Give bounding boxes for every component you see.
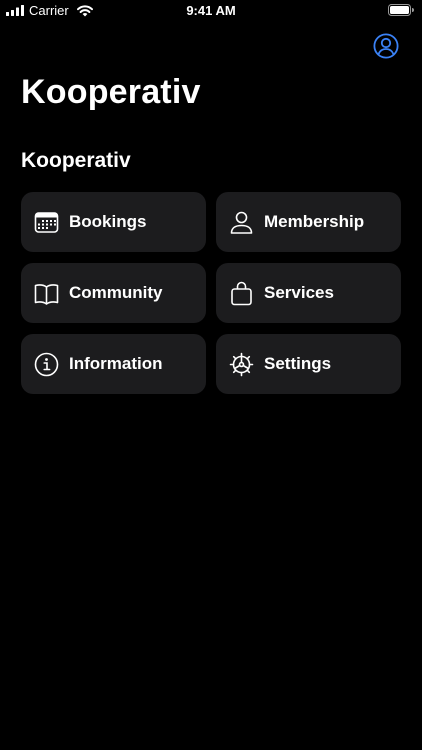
person-circle-icon — [373, 33, 399, 59]
section-title: Kooperativ — [21, 149, 131, 172]
book-icon — [34, 281, 59, 306]
services-button[interactable]: Services — [216, 263, 401, 323]
information-label: Information — [69, 354, 163, 373]
information-button[interactable]: Information — [21, 334, 206, 394]
page-title: Kooperativ — [21, 73, 201, 111]
gear-icon — [229, 352, 254, 377]
settings-button[interactable]: Settings — [216, 334, 401, 394]
profile-button[interactable] — [373, 33, 399, 59]
info-circle-icon — [34, 352, 59, 377]
community-button[interactable]: Community — [21, 263, 206, 323]
bag-icon — [229, 281, 254, 306]
membership-button[interactable]: Membership — [216, 192, 401, 252]
status-time: 9:41 AM — [186, 3, 236, 18]
bookings-button[interactable]: Bookings — [21, 192, 206, 252]
membership-label: Membership — [264, 212, 365, 231]
bookings-label: Bookings — [69, 212, 147, 231]
battery-icon — [388, 4, 414, 16]
menu-grid: Bookings Membership Community Services I… — [21, 192, 401, 394]
calendar-icon — [34, 210, 59, 235]
services-label: Services — [264, 283, 334, 302]
status-bar: Carrier 9:41 AM — [0, 0, 422, 22]
person-icon — [229, 210, 254, 235]
settings-label: Settings — [264, 354, 332, 373]
community-label: Community — [69, 283, 163, 302]
